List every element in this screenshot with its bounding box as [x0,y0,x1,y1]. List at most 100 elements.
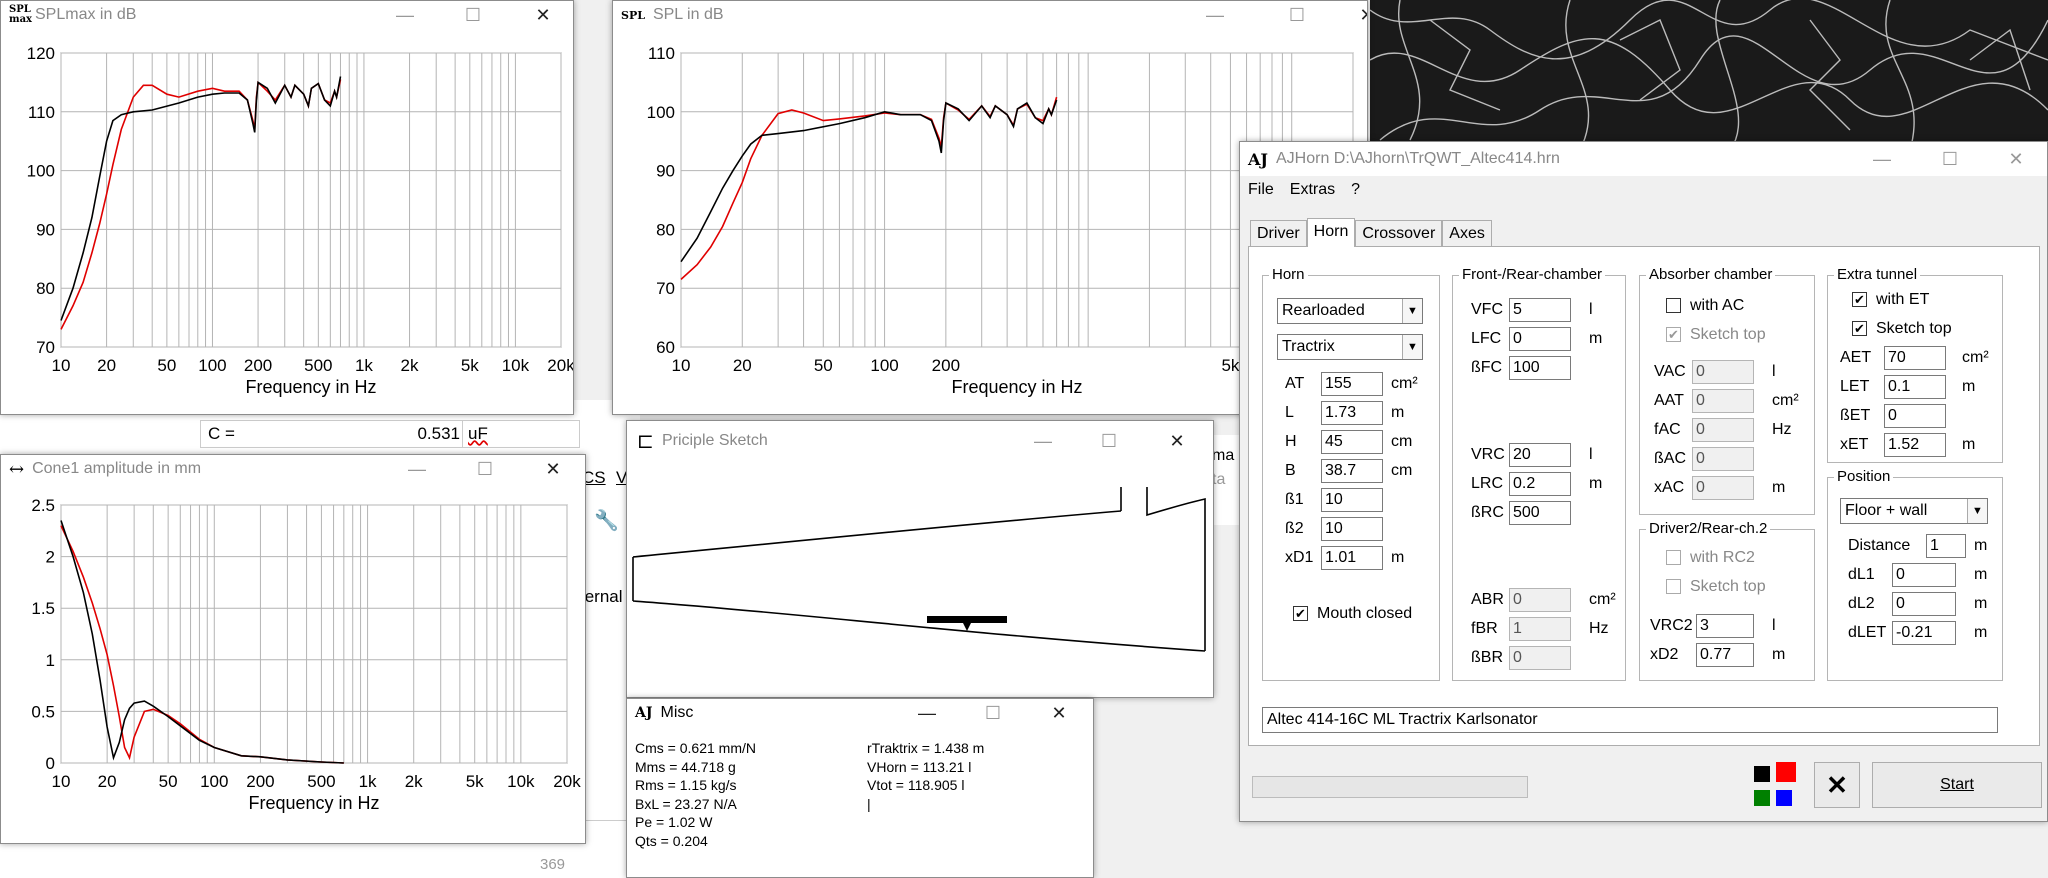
maximize-icon[interactable]: ☐ [443,1,503,29]
close-icon[interactable]: ✕ [1147,421,1207,461]
mouth-closed-checkbox[interactable]: ✔ [1293,606,1308,621]
close-icon[interactable]: ✕ [523,455,583,483]
with-et-checkbox[interactable]: ✔ [1852,292,1867,307]
menu-file[interactable]: File [1242,178,1280,202]
sketch-top-checkbox[interactable] [1666,579,1681,594]
minimize-icon[interactable]: — [375,1,435,29]
let-field[interactable]: 0.1 [1884,375,1946,399]
aet-field[interactable]: 70 [1884,346,1946,370]
field-label: ßAC [1654,450,1686,467]
lrc-field[interactable]: 0.2 [1509,472,1571,496]
dl1-field[interactable]: 0 [1892,563,1956,587]
menu-extras[interactable]: Extras [1284,178,1341,202]
color-swatch-black[interactable] [1754,766,1770,782]
field-unit: cm² [1589,591,1616,608]
sketch-top-checkbox[interactable]: ✔ [1666,327,1681,342]
clear-button[interactable]: ✕ [1814,762,1860,808]
title-bar[interactable]: SPL SPL in dB — ☐ ✕ [613,1,1367,29]
dlet-field[interactable]: -0.21 [1892,621,1956,645]
close-icon[interactable]: ✕ [1029,699,1089,727]
chevron-down-icon[interactable]: ▼ [1402,335,1422,359]
horn-icon: ⊏ [637,429,654,453]
h-field[interactable]: 45 [1321,430,1383,454]
minimize-icon[interactable]: — [1013,421,1073,461]
betaac-field[interactable]: 0 [1692,447,1754,471]
distance-field[interactable]: 1 [1926,534,1966,558]
misc-line: Cms = 0.621 mm/N [635,740,756,756]
color-swatch-red[interactable] [1776,762,1796,782]
vrc-field[interactable]: 20 [1509,443,1571,467]
beta1-field[interactable]: 10 [1321,488,1383,512]
checkbox-label: with ET [1876,291,1930,308]
close-icon[interactable]: ✕ [1337,1,1367,29]
beta2-field[interactable]: 10 [1321,517,1383,541]
fac-field[interactable]: 0 [1692,418,1754,442]
betabr-field[interactable]: 0 [1509,646,1571,670]
horn-profile-select[interactable]: Tractrix ▼ [1277,334,1423,360]
principle-sketch-window[interactable]: ⊏ Priciple Sketch — ☐ ✕ [626,420,1214,698]
title-bar[interactable]: ⊏ Priciple Sketch — ☐ ✕ [627,421,1213,461]
ajhorn-window[interactable]: AJ AJHorn D:\AJhorn\TrQWT_Altec414.hrn —… [1239,141,2048,822]
tab-horn[interactable]: Horn [1306,218,1356,247]
maximize-icon[interactable]: ☐ [1267,1,1327,29]
menu-help[interactable]: ? [1345,178,1366,202]
maximize-icon[interactable]: ☐ [963,699,1023,727]
chevron-down-icon[interactable]: ▼ [1402,299,1422,323]
position-select[interactable]: Floor + wall ▼ [1840,498,1988,524]
vrc2-field[interactable]: 3 [1696,614,1754,638]
wrench-icon[interactable]: 🔧 [594,508,619,533]
title-bar[interactable]: AJ Misc — ☐ ✕ [627,699,1093,727]
start-button[interactable]: Start [1872,762,2042,808]
xac-field[interactable]: 0 [1692,476,1754,500]
title-bar[interactable]: ↔ Cone1 amplitude in mm — ☐ ✕ [1,455,585,483]
field-label: fAC [1654,421,1681,438]
color-selector[interactable] [1754,762,1798,808]
maximize-icon[interactable]: ☐ [1920,142,1980,176]
chevron-down-icon[interactable]: ▼ [1967,499,1987,523]
misc-line: Rms = 1.15 kg/s [635,777,737,793]
close-icon[interactable]: ✕ [1986,142,2046,176]
description-field[interactable]: Altec 414-16C ML Tractrix Karlsonator [1262,707,1998,733]
minimize-icon[interactable]: — [1852,142,1912,176]
xd1-field[interactable]: 1.01 [1321,546,1383,570]
betafc-field[interactable]: 100 [1509,356,1571,380]
splmax-window[interactable]: SPL max SPLmax in dB — ☐ ✕ 70 80 90 100 110 1… [0,0,574,415]
tab-axes[interactable]: Axes [1442,220,1492,246]
sketch-top-checkbox[interactable]: ✔ [1852,321,1867,336]
lfc-field[interactable]: 0 [1509,327,1571,351]
fbr-field[interactable]: 1 [1509,617,1571,641]
color-swatch-blue[interactable] [1776,790,1792,806]
misc-line: Qts = 0.204 [635,832,708,849]
with-rc2-checkbox[interactable] [1666,550,1681,565]
close-icon[interactable]: ✕ [513,1,573,29]
horn-type-select[interactable]: Rearloaded ▼ [1277,298,1423,324]
at-field[interactable]: 155 [1321,372,1383,396]
betaet-field[interactable]: 0 [1884,404,1946,428]
xd2-field[interactable]: 0.77 [1696,643,1754,667]
tab-crossover[interactable]: Crossover [1355,220,1443,246]
betarc-field[interactable]: 500 [1509,501,1571,525]
vfc-field[interactable]: 5 [1509,298,1571,322]
vac-field[interactable]: 0 [1692,360,1754,384]
minimize-icon[interactable]: — [897,699,957,727]
cone-amplitude-window[interactable]: ↔ Cone1 amplitude in mm — ☐ ✕ 0 0.5 1 1.5 2 2… [0,454,586,844]
abr-field[interactable]: 0 [1509,588,1571,612]
with-ac-checkbox[interactable] [1666,298,1681,313]
title-bar[interactable]: SPL max SPLmax in dB — ☐ ✕ [1,1,573,29]
title-bar[interactable]: AJ AJHorn D:\AJhorn\TrQWT_Altec414.hrn —… [1240,142,2047,176]
l-field[interactable]: 1.73 [1321,401,1383,425]
formula-unit: uF [468,424,488,443]
xet-field[interactable]: 1.52 [1884,433,1946,457]
tab-driver[interactable]: Driver [1250,220,1307,246]
aat-field[interactable]: 0 [1692,389,1754,413]
field-label: ßBR [1471,649,1503,666]
dl2-field[interactable]: 0 [1892,592,1956,616]
misc-window[interactable]: AJ Misc — ☐ ✕ Cms = 0.621 mm/N Mms = 44.… [626,698,1094,878]
minimize-icon[interactable]: — [1185,1,1245,29]
color-swatch-green[interactable] [1754,790,1770,806]
group-title: Extra tunnel [1834,266,1921,283]
maximize-icon[interactable]: ☐ [455,455,515,483]
b-field[interactable]: 38.7 [1321,459,1383,483]
maximize-icon[interactable]: ☐ [1079,421,1139,461]
minimize-icon[interactable]: — [387,455,447,483]
